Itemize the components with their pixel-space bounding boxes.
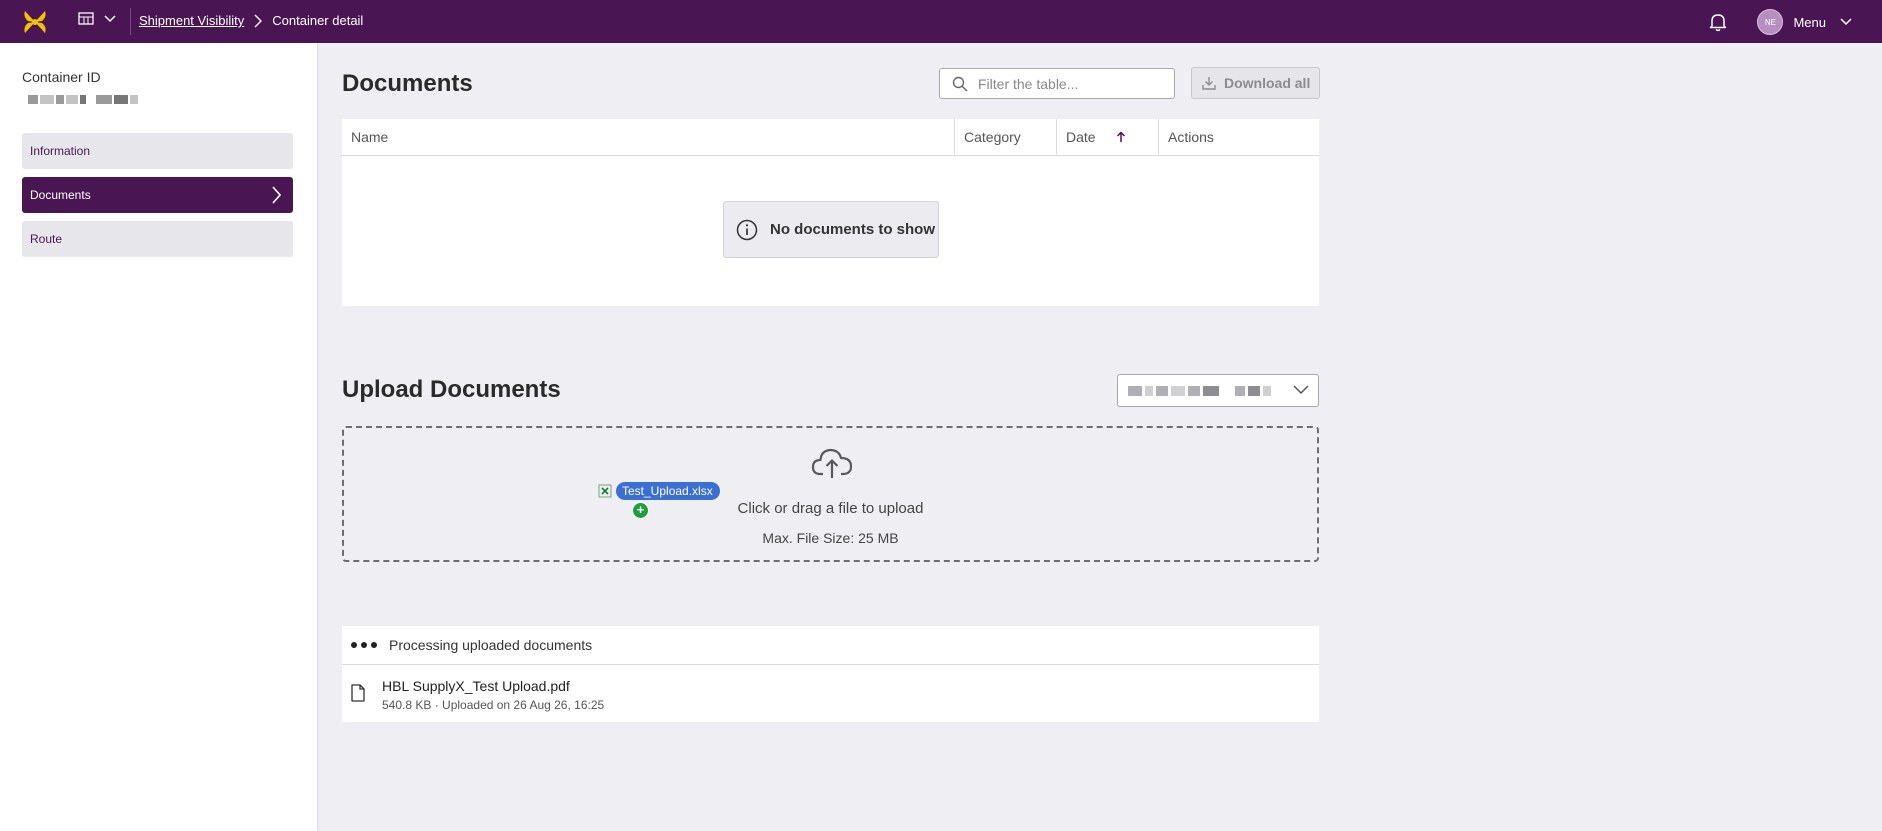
topbar-right: NE Menu — [1709, 9, 1852, 35]
logo-icon[interactable] — [22, 9, 48, 35]
column-header-name[interactable]: Name — [342, 119, 954, 155]
top-bar: Shipment Visibility Container detail NE … — [0, 0, 1882, 43]
chevron-right-icon — [254, 14, 263, 27]
avatar[interactable]: NE — [1757, 9, 1784, 35]
column-header-actions: Actions — [1158, 119, 1319, 155]
dropzone-instruction: Click or drag a file to upload — [737, 500, 924, 517]
file-meta: 540.8 KB · Uploaded on 26 Aug 26, 16:25 — [382, 698, 605, 712]
loading-dots-icon — [351, 642, 377, 648]
document-type-select[interactable] — [1117, 374, 1319, 407]
processing-panel: Processing uploaded documents HBL Supply… — [342, 626, 1319, 722]
topbar-divider — [130, 8, 131, 35]
upload-title: Upload Documents — [342, 376, 561, 403]
file-icon — [351, 684, 365, 702]
sidebar-item-label: Documents — [30, 188, 91, 202]
chevron-right-icon — [272, 186, 281, 204]
column-header-category[interactable]: Category — [954, 119, 1056, 155]
chevron-down-icon — [104, 15, 116, 23]
sidebar-item-documents[interactable]: Documents — [22, 177, 293, 213]
app-switcher-button[interactable] — [78, 12, 116, 26]
table-header: Name Category Date Actions — [342, 119, 1319, 156]
sidebar-item-information[interactable]: Information — [22, 133, 293, 169]
column-header-label: Actions — [1168, 129, 1214, 145]
sidebar-item-label: Route — [30, 232, 63, 246]
column-header-date[interactable]: Date — [1056, 119, 1158, 155]
documents-table: Name Category Date Actions No documents … — [342, 119, 1319, 306]
column-header-label: Category — [964, 129, 1021, 145]
empty-state: No documents to show — [723, 201, 939, 258]
column-header-label: Date — [1066, 129, 1096, 145]
breadcrumb-current: Container detail — [272, 13, 364, 28]
search-icon — [952, 76, 968, 91]
filter-input[interactable] — [976, 74, 1160, 93]
plus-icon: + — [632, 502, 649, 519]
upload-dropzone[interactable]: Click or drag a file to upload Max. File… — [342, 426, 1319, 562]
empty-message: No documents to show — [770, 221, 935, 238]
max-file-size: Max. File Size: 25 MB — [762, 530, 899, 546]
cloud-upload-icon — [811, 448, 853, 478]
menu-button[interactable]: Menu — [1793, 15, 1826, 30]
list-item[interactable]: HBL SupplyX_Test Upload.pdf 540.8 KB · U… — [342, 665, 1319, 722]
breadcrumb-shipment-visibility[interactable]: Shipment Visibility — [139, 13, 244, 28]
grid-icon — [78, 12, 94, 25]
drag-ghost: Test_Upload.xlsx + — [598, 482, 720, 519]
sidebar-item-label: Information — [30, 144, 91, 158]
chevron-down-icon — [1293, 385, 1309, 395]
filter-field[interactable] — [939, 68, 1175, 99]
container-id-label: Container ID — [22, 69, 101, 85]
sidebar-item-route[interactable]: Route — [22, 221, 293, 257]
container-id-value-redacted — [28, 95, 138, 104]
processing-label: Processing uploaded documents — [389, 637, 593, 653]
column-header-label: Name — [351, 129, 389, 145]
select-value-redacted — [1128, 386, 1271, 396]
file-name: HBL SupplyX_Test Upload.pdf — [382, 678, 570, 694]
download-all-button[interactable]: Download all — [1191, 67, 1320, 99]
download-all-label: Download all — [1224, 75, 1311, 91]
breadcrumb: Shipment Visibility Container detail — [139, 13, 363, 28]
dragged-file-name: Test_Upload.xlsx — [616, 482, 720, 500]
info-icon — [736, 219, 758, 240]
processing-header: Processing uploaded documents — [342, 626, 1319, 665]
excel-file-icon — [598, 484, 612, 498]
bell-icon[interactable] — [1709, 12, 1727, 32]
download-icon — [1202, 77, 1216, 90]
sort-ascending-icon — [1116, 131, 1125, 142]
chevron-down-icon[interactable] — [1840, 18, 1852, 26]
documents-title: Documents — [342, 70, 473, 97]
